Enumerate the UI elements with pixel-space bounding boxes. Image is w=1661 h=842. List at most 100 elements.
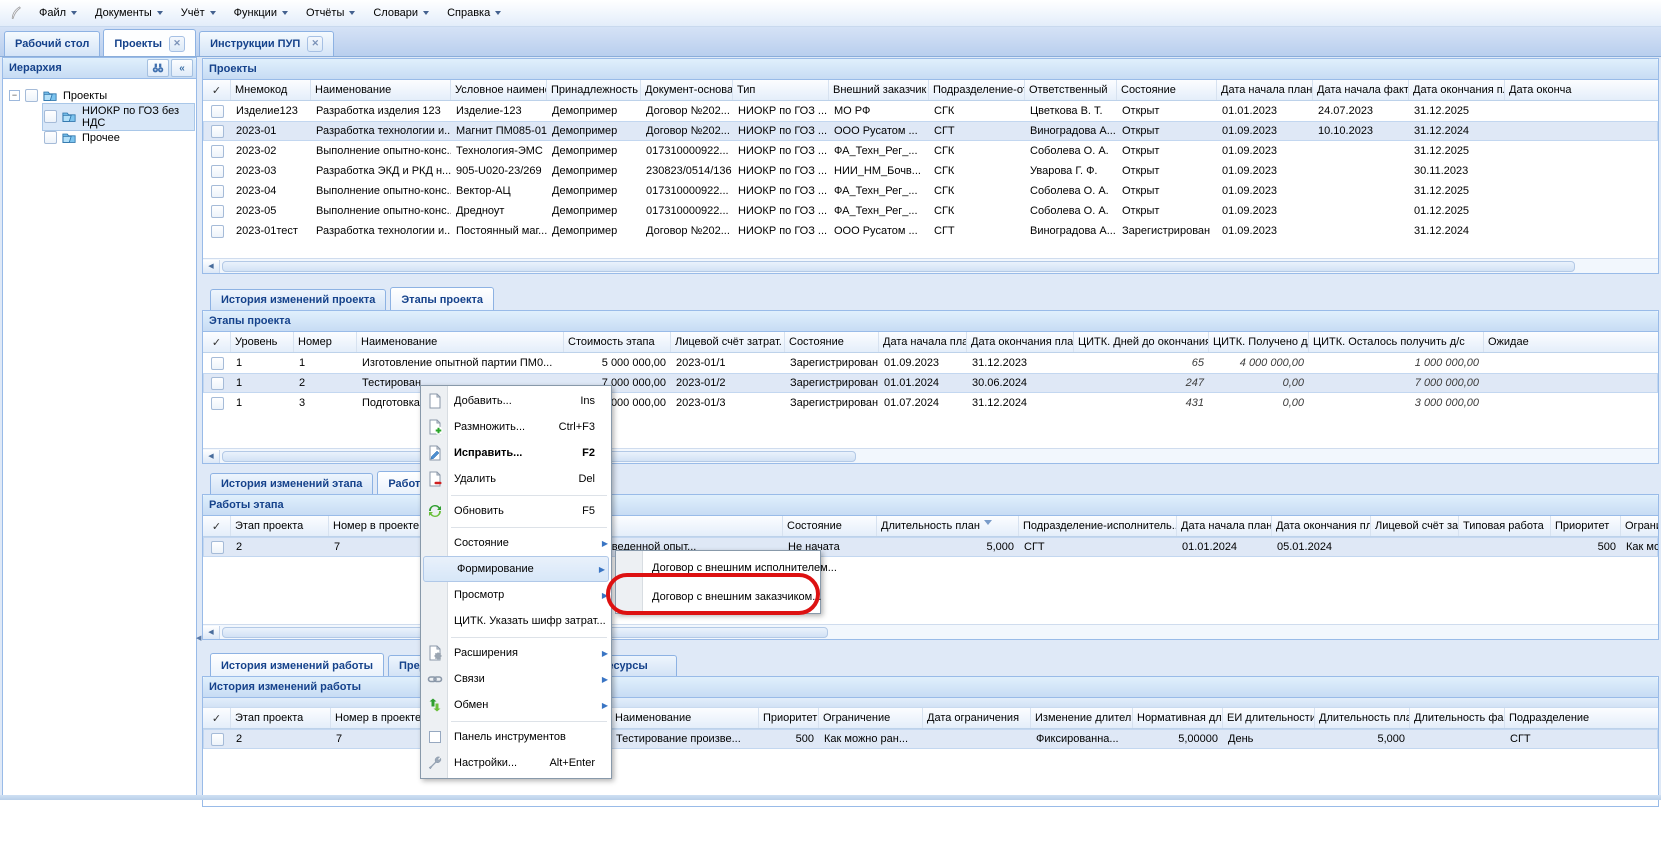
tree-item[interactable]: НИОКР по ГОЗ без НДС [5,106,194,127]
column-header[interactable]: Ожидае [1484,332,1658,352]
splitter-collapse-icon[interactable]: ◀ [196,634,201,642]
row-checkbox[interactable] [211,225,224,238]
column-header[interactable]: Дата начала план. [1177,516,1272,536]
column-header[interactable]: Внешний заказчик [829,80,929,100]
column-header[interactable]: Длительность факт [1410,708,1505,728]
column-header[interactable]: Нормативная длительность [1133,708,1223,728]
tree-checkbox[interactable] [44,131,57,144]
column-header[interactable]: Подразделение [1505,708,1658,728]
column-header[interactable]: Ограничение [1621,516,1658,536]
row-checkbox[interactable] [211,357,224,370]
context-menu-item-5[interactable]: ОбновитьF5 [421,498,611,524]
collapse-panel-button[interactable]: « [171,59,193,77]
scroll-left-icon[interactable]: ◀ [203,260,220,273]
table-row[interactable]: 2023-01тестРазработка технологии и...Пос… [203,221,1658,241]
column-header[interactable]: ЦИТК. Осталось получить д/с [1309,332,1484,352]
column-header[interactable]: Подразделение-исполнитель.. [1019,516,1177,536]
column-header[interactable]: Дата начала факт. [1313,80,1409,100]
column-header[interactable]: Дата начала план [879,332,967,352]
column-header[interactable]: Номер [294,332,357,352]
column-header-check[interactable]: ✓ [203,80,231,100]
submenu-item-1[interactable]: Договор с внешним заказчиком... [616,582,820,611]
tree-item[interactable]: Прочее [5,127,194,148]
row-checkbox[interactable] [211,145,224,158]
menubar-item-1[interactable]: Документы [86,4,172,22]
scroll-left-icon[interactable]: ◀ [203,626,220,639]
panel-splitter[interactable]: ◀ [197,57,202,796]
table-row[interactable]: 2023-05Выполнение опытно-конс...Дредноут… [203,201,1658,221]
tree-checkbox[interactable] [25,89,38,102]
column-header-check[interactable]: ✓ [203,332,231,352]
tab-stages-0[interactable]: История изменений проекта [210,289,386,310]
context-menu-item-14[interactable]: Обмен▶ [421,692,611,718]
context-menu-item-8[interactable]: Формирование▶ [423,556,609,582]
row-checkbox[interactable] [211,105,224,118]
column-header[interactable]: ЕИ длительности [1223,708,1315,728]
column-header[interactable]: Дата начала план. [1217,80,1313,100]
column-header[interactable]: Состояние [1117,80,1217,100]
window-tab-2[interactable]: Инструкции ПУП✕ [199,31,334,56]
menubar-item-3[interactable]: Функции [225,4,297,22]
column-header[interactable]: Состояние [785,332,879,352]
context-menu-item-16[interactable]: Панель инструментов [421,724,611,750]
column-header[interactable]: Подразделение-ответственный [929,80,1025,100]
column-header[interactable]: Лицевой счёт затрат. [671,332,785,352]
scroll-left-icon[interactable]: ◀ [203,450,220,463]
row-checkbox[interactable] [211,733,224,746]
column-header[interactable]: Изменение длительности [1031,708,1133,728]
column-header[interactable]: Этап проекта [231,708,331,728]
column-header-check[interactable]: ✓ [203,708,231,728]
column-header[interactable]: Принадлежность [547,80,641,100]
context-menu-item-9[interactable]: Просмотр▶ [421,582,611,608]
tab-works-0[interactable]: История изменений этапа [210,473,373,494]
column-header[interactable]: ЦИТК. Дней до окончания [1074,332,1209,352]
tab-stages-1[interactable]: Этапы проекта [390,287,494,310]
column-header[interactable]: Дата окончания план [1272,516,1371,536]
menubar-item-0[interactable]: Файл [30,4,86,22]
column-header[interactable]: Наименование [611,708,759,728]
table-row[interactable]: 2023-03Разработка ЭКД и РКД н...905-U020… [203,161,1658,181]
row-checkbox[interactable] [211,541,224,554]
column-header-check[interactable]: ✓ [203,516,231,536]
column-header[interactable]: Наименование [357,332,564,352]
column-header[interactable]: Ответственный [1025,80,1117,100]
scroll-thumb[interactable] [222,261,1575,272]
column-header[interactable]: Лицевой счёт затрат [1371,516,1459,536]
row-checkbox[interactable] [211,377,224,390]
context-menu-item-0[interactable]: Добавить...Ins [421,388,611,414]
column-header[interactable]: Дата ограничения [923,708,1031,728]
window-tab-1[interactable]: Проекты✕ [103,29,196,56]
close-icon[interactable]: ✕ [169,36,185,52]
row-checkbox[interactable] [211,205,224,218]
column-header[interactable]: Длительность план [877,516,1019,536]
table-row[interactable]: 2023-02Выполнение опытно-конс...Технолог… [203,141,1658,161]
context-menu-item-17[interactable]: Настройки...Alt+Enter [421,750,611,776]
context-menu-item-10[interactable]: ЦИТК. Указать шифр затрат... [421,608,611,634]
column-header[interactable]: Наименование [311,80,451,100]
tab-history-0[interactable]: История изменений работы [210,653,384,676]
context-menu-item-3[interactable]: УдалитьDel [421,466,611,492]
row-checkbox[interactable] [211,165,224,178]
column-header[interactable]: Документ-основание [641,80,733,100]
row-checkbox[interactable] [211,185,224,198]
column-header[interactable]: ЦИТК. Получено д/с [1209,332,1309,352]
column-header[interactable]: Ограничение [819,708,923,728]
column-header[interactable]: Типовая работа [1459,516,1551,536]
menubar-item-5[interactable]: Словари [364,4,438,22]
submenu-item-0[interactable]: Договор с внешним исполнителем... [616,553,820,582]
table-row[interactable]: 2023-01Разработка технологии и...Магнит … [203,121,1658,141]
row-checkbox[interactable] [211,125,224,138]
table-row[interactable]: 11Изготовление опытной партии ПМ0...5 00… [203,353,1658,373]
column-header[interactable]: Дата оконча [1505,80,1658,100]
column-header[interactable]: Тип [733,80,829,100]
column-header[interactable]: Этап проекта [231,516,329,536]
table-row[interactable]: 2023-04Выполнение опытно-конс...Вектор-А… [203,181,1658,201]
column-header[interactable]: Дата окончания план [967,332,1074,352]
context-menu-item-2[interactable]: Исправить...F2 [421,440,611,466]
table-row[interactable]: Изделие123Разработка изделия 123Изделие-… [203,101,1658,121]
tree-checkbox[interactable] [44,110,57,123]
column-header[interactable]: Условное наименование [451,80,547,100]
column-header[interactable]: Дата окончания план [1409,80,1505,100]
menubar-item-2[interactable]: Учёт [172,4,225,22]
column-header[interactable]: Приоритет [1551,516,1621,536]
